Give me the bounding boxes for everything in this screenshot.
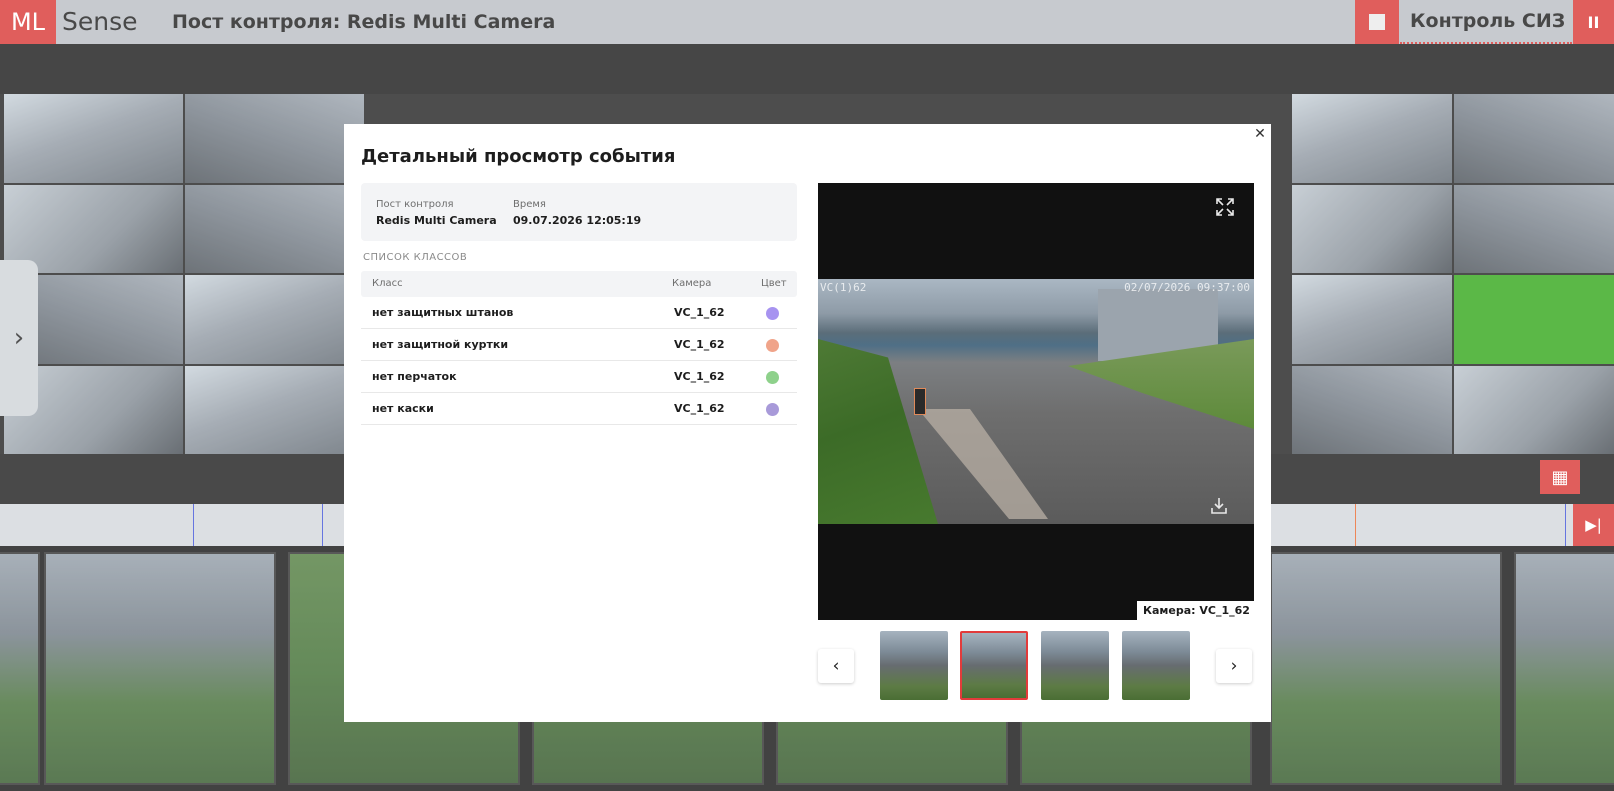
row-class: нет защитных штанов xyxy=(372,306,514,319)
modal-title: Детальный просмотр события xyxy=(361,146,676,167)
download-icon[interactable] xyxy=(1209,496,1229,516)
row-color-dot xyxy=(766,339,779,352)
camera-label: Камера: VC_1_62 xyxy=(1137,601,1256,621)
time-value: 09.07.2026 12:05:19 xyxy=(513,214,642,227)
classes-table: Класс Камера Цвет нет защитных штанов VC… xyxy=(361,271,797,425)
row-class: нет защитной куртки xyxy=(372,338,509,351)
frame-curb xyxy=(918,409,1048,519)
header-color: Цвет xyxy=(761,278,787,289)
frame-thumbnail[interactable] xyxy=(1041,631,1109,700)
time-label: Время xyxy=(513,199,546,210)
table-row: нет перчаток VC_1_62 xyxy=(361,361,797,393)
post-label: Пост контроля xyxy=(376,199,454,210)
detection-box xyxy=(914,388,926,415)
expand-icon[interactable] xyxy=(1214,196,1236,218)
row-camera: VC_1_62 xyxy=(674,338,725,351)
table-row: нет каски VC_1_62 xyxy=(361,393,797,425)
close-icon[interactable]: ✕ xyxy=(1252,126,1268,142)
frame-thumbnail-selected[interactable] xyxy=(960,631,1028,700)
prev-image-button[interactable]: ‹ xyxy=(818,649,854,683)
app-root: ML Sense Пост контроля: Redis Multi Came… xyxy=(0,0,1614,791)
table-row: нет защитной куртки VC_1_62 xyxy=(361,329,797,361)
row-color-dot xyxy=(766,403,779,416)
table-header: Класс Камера Цвет xyxy=(361,271,797,297)
next-image-button[interactable]: › xyxy=(1216,649,1252,683)
chevron-right-icon: › xyxy=(1230,656,1238,676)
row-camera: VC_1_62 xyxy=(674,370,725,383)
frame-trees xyxy=(1068,339,1254,429)
row-camera: VC_1_62 xyxy=(674,306,725,319)
chevron-left-icon: ‹ xyxy=(832,656,840,676)
frame-grass xyxy=(818,339,938,524)
table-row: нет защитных штанов VC_1_62 xyxy=(361,297,797,329)
frame-timestamp-overlay: 02/07/2026 09:37:00 xyxy=(1124,281,1250,294)
row-color-dot xyxy=(766,307,779,320)
event-info-card: Пост контроля Redis Multi Camera Время 0… xyxy=(361,183,797,241)
row-class: нет перчаток xyxy=(372,370,457,383)
frame-thumbnail[interactable] xyxy=(1122,631,1190,700)
classes-section-label: СПИСОК КЛАССОВ xyxy=(363,252,468,263)
header-camera: Камера xyxy=(672,278,712,289)
event-frame: VC(1)62 02/07/2026 09:37:00 xyxy=(818,279,1254,524)
header-class: Класс xyxy=(372,278,403,289)
post-value: Redis Multi Camera xyxy=(376,214,497,227)
frame-camera-overlay: VC(1)62 xyxy=(820,281,867,294)
row-color-dot xyxy=(766,371,779,384)
row-camera: VC_1_62 xyxy=(674,402,725,415)
frame-thumbnail[interactable] xyxy=(880,631,948,700)
row-class: нет каски xyxy=(372,402,434,415)
